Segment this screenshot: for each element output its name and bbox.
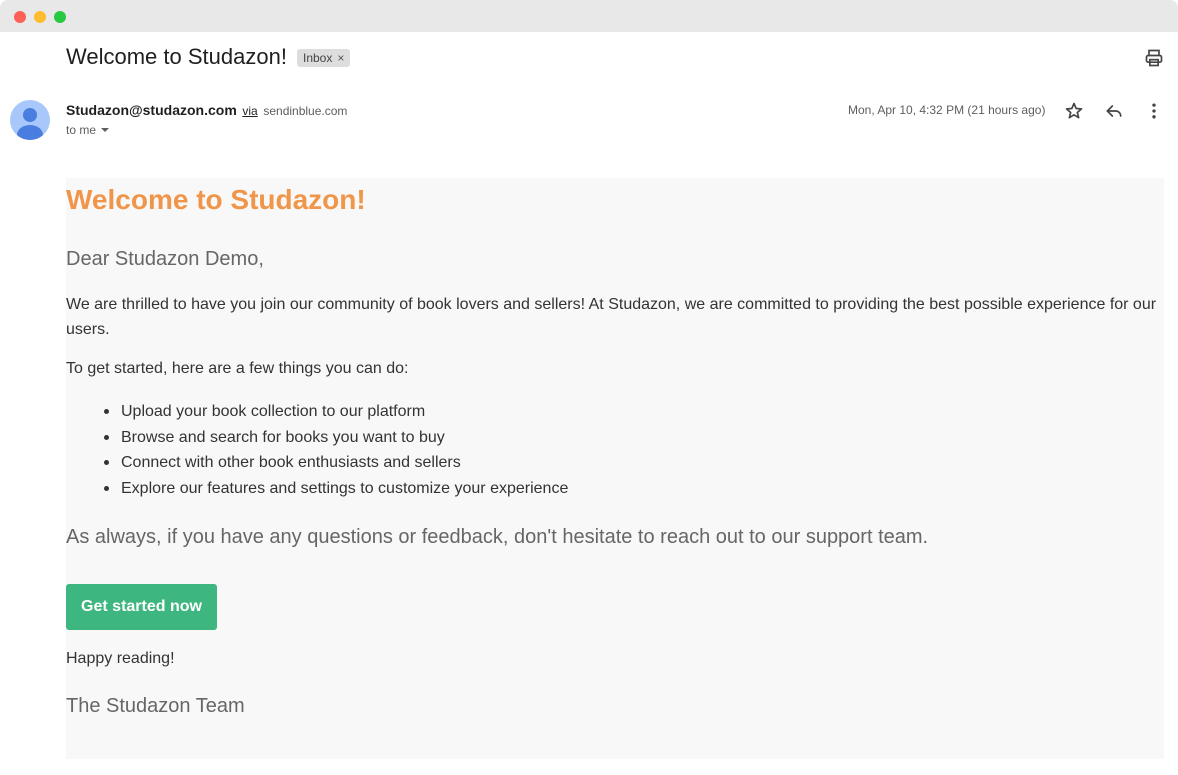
email-body-title: Welcome to Studazon! — [66, 184, 366, 215]
email-signature: The Studazon Team — [66, 695, 245, 717]
remove-label-icon[interactable]: × — [337, 49, 344, 67]
list-item: Upload your book collection to our platf… — [103, 402, 568, 428]
sender-email[interactable]: Studazon@studazon.com — [66, 102, 237, 118]
window-titlebar — [0, 0, 1178, 32]
sender-avatar — [10, 100, 50, 140]
inbox-label-chip[interactable]: Inbox × — [297, 49, 351, 67]
email-body: Welcome to Studazon! Dear Studazon Demo,… — [66, 178, 1164, 759]
sender-line: Studazon@studazon.com via sendinblue.com — [66, 102, 347, 118]
email-intro-paragraph: We are thrilled to have you join our com… — [66, 296, 1157, 338]
via-domain: sendinblue.com — [263, 104, 348, 118]
recipient-text: to me — [66, 123, 97, 137]
list-item: Explore our features and settings to cus… — [103, 479, 568, 505]
minimize-window-button[interactable] — [34, 11, 46, 23]
message-date: Mon, Apr 10, 4:32 PM (21 hours ago) — [848, 103, 1046, 117]
via-link[interactable]: via — [242, 104, 257, 118]
list-item: Browse and search for books you want to … — [103, 428, 568, 454]
reply-icon[interactable] — [1104, 101, 1124, 121]
label-chip-text: Inbox — [303, 51, 333, 65]
email-getting-started-paragraph: To get started, here are a few things yo… — [66, 360, 409, 377]
email-window: Welcome to Studazon! Inbox × Studazon@st… — [0, 0, 1178, 775]
more-vertical-icon[interactable] — [1144, 101, 1164, 121]
email-greeting: Dear Studazon Demo, — [66, 248, 264, 270]
printer-icon[interactable] — [1144, 48, 1164, 68]
getting-started-list: Upload your book collection to our platf… — [103, 402, 568, 505]
email-sign-off: Happy reading! — [66, 650, 175, 667]
chevron-down-icon — [101, 128, 110, 132]
close-window-button[interactable] — [14, 11, 26, 23]
maximize-window-button[interactable] — [54, 11, 66, 23]
email-closing-paragraph: As always, if you have any questions or … — [66, 526, 929, 548]
list-item: Connect with other book enthusiasts and … — [103, 453, 568, 479]
star-icon[interactable] — [1064, 101, 1084, 121]
get-started-button[interactable]: Get started now — [66, 584, 217, 630]
email-subject: Welcome to Studazon! — [66, 44, 287, 69]
recipient-dropdown[interactable]: to me — [66, 123, 110, 137]
